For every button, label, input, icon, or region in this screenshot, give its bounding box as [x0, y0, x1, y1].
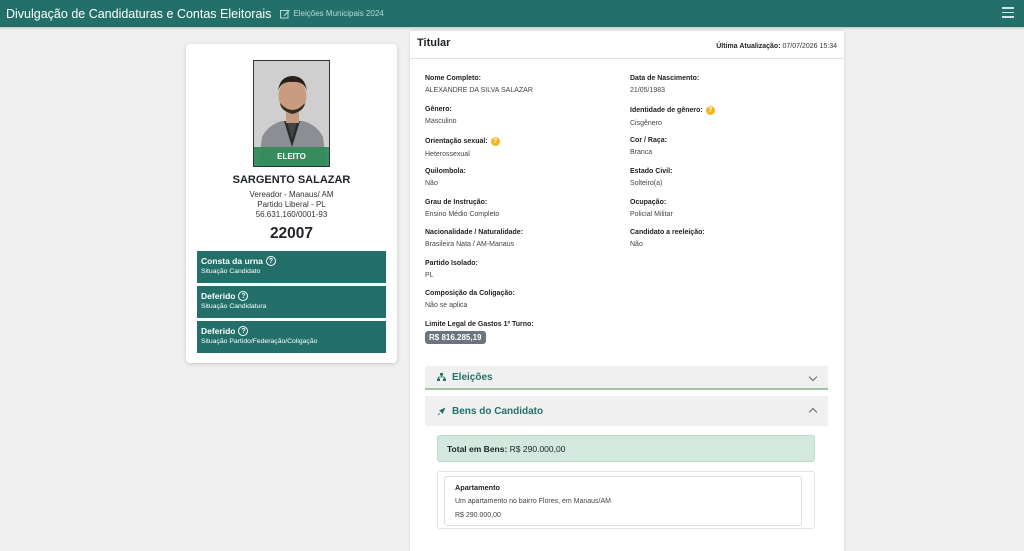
asset-title: Apartamento [455, 483, 501, 492]
assets-total-label: Total em Bens: [447, 443, 508, 454]
help-icon[interactable]: ? [265, 256, 276, 266]
field-quilombola: Quilombola: Não [425, 168, 466, 187]
candidate-card: ELEITO SARGENTO SALAZAR Vereador - Manau… [186, 44, 397, 363]
election-name: Eleições Municipais 2024 [293, 9, 384, 18]
field-race: Cor / Raça: Branca [630, 137, 667, 156]
accordion-assets-header[interactable]: Bens do Candidato [425, 396, 828, 426]
last-update: Última Atualização: 07/07/2026 15:34 [716, 43, 837, 50]
details-title: Titular [417, 37, 451, 49]
chevron-down-icon [808, 372, 818, 382]
assets-list: Apartamento Um apartamento no bairro Flo… [437, 471, 815, 529]
accordion-assets-title: Bens do Candidato [452, 405, 544, 417]
field-party: Partido Isolado: PL [425, 260, 478, 279]
candidate-party: Partido Liberal - PL [257, 200, 326, 209]
info-icon[interactable]: ? [490, 137, 500, 146]
sitemap-icon [437, 373, 446, 381]
candidate-number: 22007 [269, 225, 314, 242]
details-header: Titular Última Atualização: 07/07/2026 1… [410, 31, 844, 59]
accordion-assets: Bens do Candidato Total em Bens: R$ 290.… [425, 396, 828, 529]
field-occupation: Ocupação: Policial Militar [630, 199, 673, 218]
situation-subtitle: Situação Candidato [201, 268, 261, 275]
field-nationality: Nacionalidade / Naturalidade: Brasileira … [425, 229, 524, 248]
field-reelection: Candidato a reeleição: Não [630, 229, 705, 248]
field-gender: Gênero: Masculino [425, 106, 457, 125]
rocket-icon [437, 407, 446, 416]
field-education: Grau de Instrução: Ensino Médio Completo [425, 199, 500, 218]
field-marital-status: Estado Civil: Solteiro(a) [630, 168, 673, 187]
edit-icon [280, 9, 291, 18]
situation-party: Deferido? Situação Partido/Federação/Col… [197, 321, 386, 353]
situation-title: Consta da urna [201, 256, 263, 266]
accordion-elections-header[interactable]: Eleições [425, 366, 828, 390]
navbar-shadow [0, 27, 1024, 30]
field-full-name: Nome Completo: ALEXANDRE DA SILVA SALAZAR [425, 75, 533, 94]
election-selector[interactable]: Eleições Municipais 2024 [280, 9, 384, 19]
situation-candidacy: Deferido? Situação Candidatura [197, 286, 386, 318]
candidate-cnpj: 56.631.160/0001-93 [255, 210, 328, 219]
assets-total: Total em Bens: R$ 290.000,00 [437, 435, 815, 462]
asset-description: Um apartamento no bairro Flores, em Mana… [455, 498, 612, 505]
app-title[interactable]: Divulgação de Candidaturas e Contas Elei… [6, 7, 271, 21]
assets-total-value: R$ 290.000,00 [509, 443, 566, 454]
navbar: Divulgação de Candidaturas e Contas Elei… [0, 0, 1024, 27]
info-icon[interactable]: ? [705, 106, 715, 115]
asset-item: Apartamento Um apartamento no bairro Flo… [444, 476, 802, 526]
help-icon[interactable]: ? [238, 291, 249, 301]
candidate-name: SARGENTO SALAZAR [232, 174, 351, 186]
asset-value: R$ 290.000,00 [455, 512, 501, 519]
field-sexual-orientation: Orientação sexual:? Heterossexual [425, 137, 500, 158]
details-panel: Titular Última Atualização: 07/07/2026 1… [410, 31, 844, 551]
field-spending-limit: Limite Legal de Gastos 1º Turno: R$ 816.2… [425, 321, 534, 344]
field-gender-identity: Identidade de gênero:? Cisgênero [630, 106, 715, 127]
help-icon[interactable]: ? [238, 326, 249, 336]
situation-title: Deferido [201, 326, 236, 336]
chevron-up-icon [808, 407, 818, 417]
field-coalition: Composição da Coligação: Não se aplica [425, 290, 515, 309]
hamburger-menu-icon[interactable] [1002, 7, 1014, 19]
elected-badge: ELEITO [254, 147, 329, 166]
situation-subtitle: Situação Candidatura [201, 303, 267, 310]
candidate-photo: ELEITO [253, 60, 330, 167]
situation-subtitle: Situação Partido/Federação/Coligação [201, 338, 318, 345]
accordion-elections: Eleições [425, 366, 828, 390]
candidate-office: Vereador - Manaus/ AM [249, 190, 334, 199]
field-birth-date: Data de Nascimento: 21/05/1983 [630, 75, 700, 94]
spending-limit-badge: R$ 816.285,19 [425, 331, 486, 344]
accordion-elections-title: Eleições [452, 371, 493, 383]
situation-candidate: Consta da urna? Situação Candidato [197, 251, 386, 283]
situation-title: Deferido [201, 291, 236, 301]
